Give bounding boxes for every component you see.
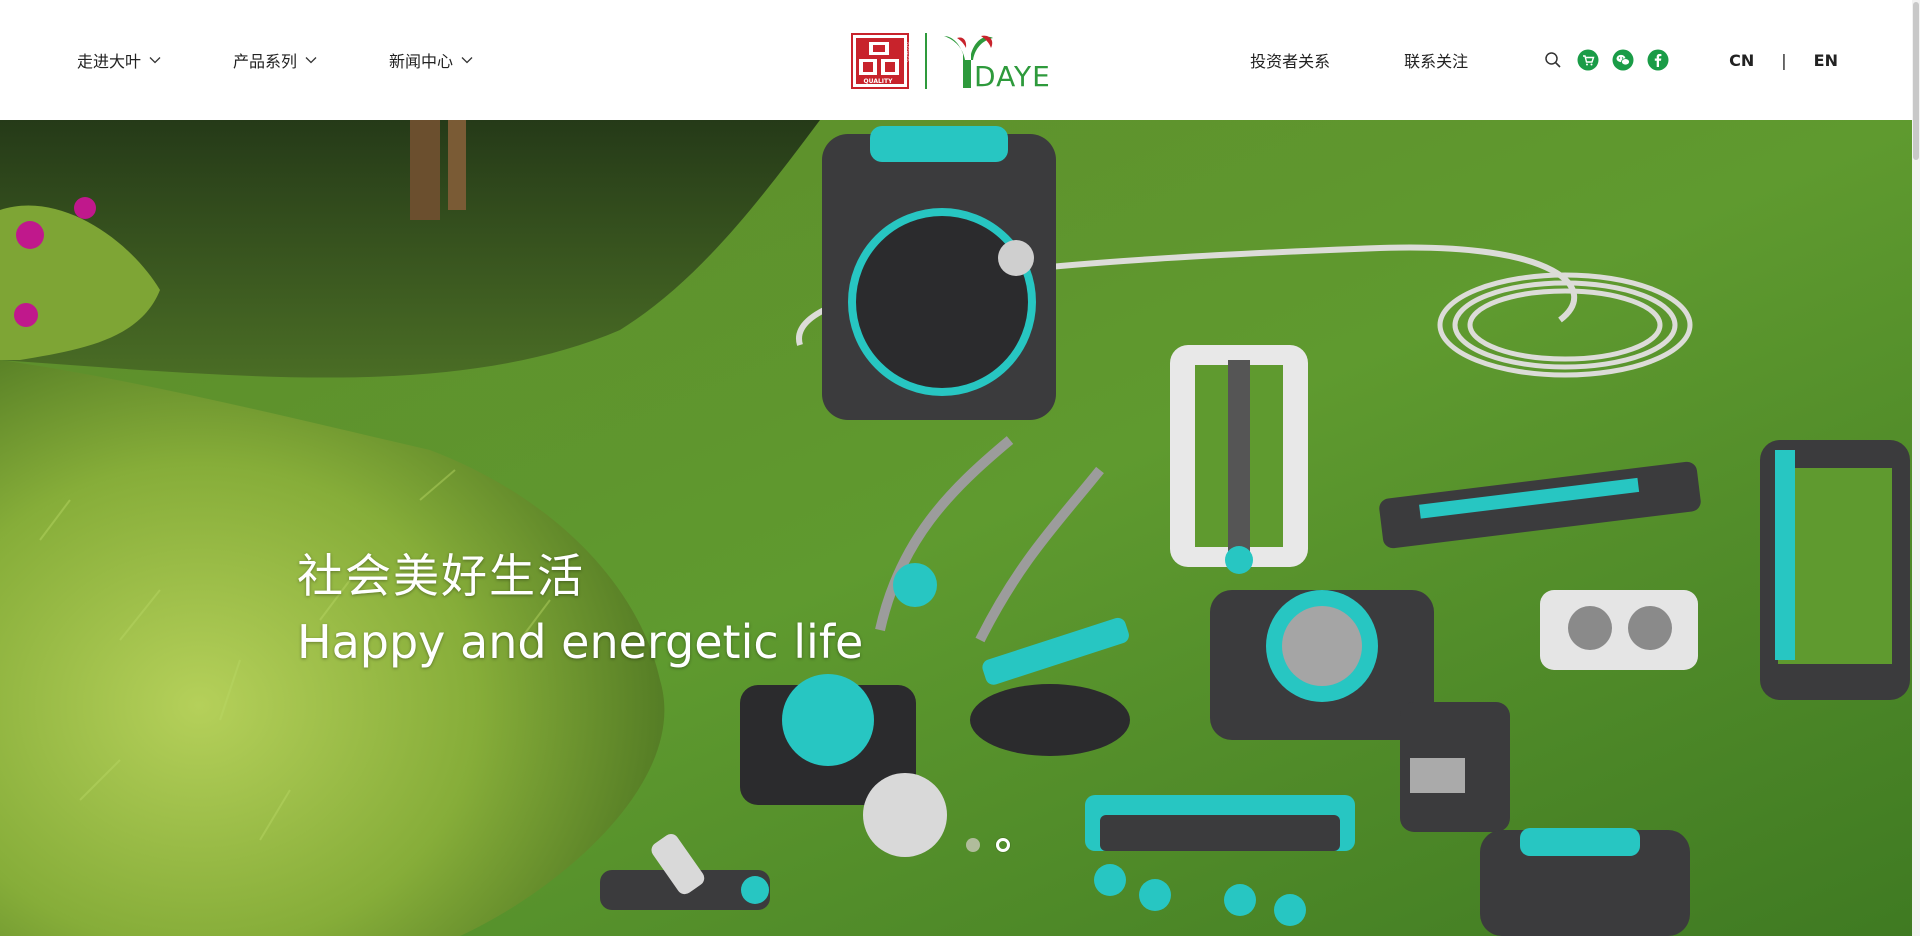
- secondary-nav: 投资者关系 联系关注 CN | EN: [1250, 0, 1920, 120]
- nav-item-label: 走进大叶: [77, 52, 142, 71]
- chevron-down-icon: [305, 57, 317, 64]
- lang-en[interactable]: EN: [1814, 51, 1838, 70]
- site-logo[interactable]: QUALITY DEFINED DAYE: [851, 32, 1061, 90]
- chevron-down-icon: [149, 57, 161, 64]
- lang-cn[interactable]: CN: [1729, 51, 1754, 70]
- nav-link-contact[interactable]: 联系关注: [1404, 48, 1468, 72]
- quality-seal-logo: QUALITY DEFINED: [851, 33, 909, 89]
- nav-item-label: 新闻中心: [389, 52, 454, 71]
- nav-item-label: 产品系列: [233, 52, 298, 71]
- lang-separator: |: [1781, 50, 1787, 70]
- nav-link-investors[interactable]: 投资者关系: [1250, 48, 1330, 72]
- carousel-pagination: [966, 838, 1026, 852]
- primary-nav: 走进大叶 产品系列 新闻中心: [77, 0, 545, 120]
- page-scrollbar[interactable]: [1912, 0, 1920, 936]
- logo-divider: [925, 33, 927, 89]
- facebook-icon[interactable]: [1647, 49, 1669, 71]
- seal-side-caption: DEFINED: [903, 42, 909, 62]
- nav-item-news[interactable]: 新闻中心: [389, 48, 473, 72]
- scrollbar-thumb[interactable]: [1913, 2, 1919, 160]
- hero-banner: 社会美好生活 Happy and energetic life: [0, 120, 1920, 936]
- seal-caption: QUALITY: [864, 78, 894, 85]
- chevron-down-icon: [461, 57, 473, 64]
- social-icons: [1542, 49, 1669, 71]
- hero-background-image: [0, 120, 1920, 936]
- shop-icon[interactable]: [1577, 49, 1599, 71]
- nav-item-about[interactable]: 走进大叶: [77, 48, 161, 72]
- wechat-icon[interactable]: [1612, 49, 1634, 71]
- nav-item-products[interactable]: 产品系列: [233, 48, 317, 72]
- hero-title-en: Happy and energetic life: [297, 614, 864, 669]
- hero-caption: 社会美好生活 Happy and energetic life: [297, 548, 863, 674]
- site-header: 走进大叶 产品系列 新闻中心 QUALITY DEFINED DAYE 投资者关…: [0, 0, 1920, 120]
- language-switcher: CN | EN: [1729, 51, 1838, 70]
- brand-wordmark: DAYE: [974, 60, 1051, 90]
- daye-brand-logo: DAYE: [944, 35, 1051, 90]
- hero-title-cn: 社会美好生活: [297, 549, 585, 603]
- carousel-dot-2[interactable]: [996, 838, 1010, 852]
- carousel-dot-1[interactable]: [966, 838, 980, 852]
- search-icon[interactable]: [1542, 49, 1564, 71]
